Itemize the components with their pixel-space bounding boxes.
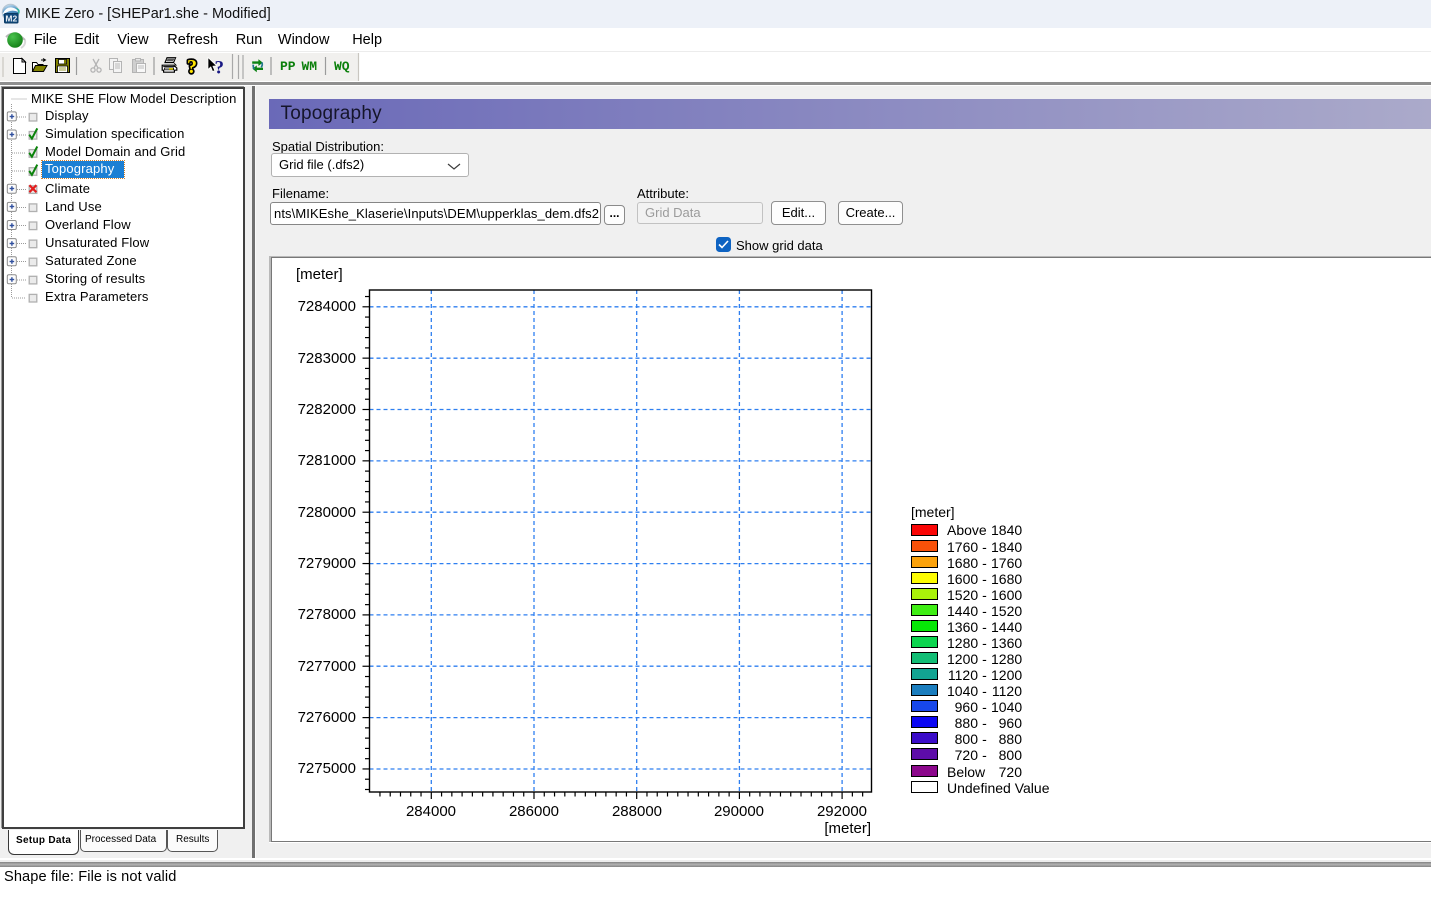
svg-text:WM: WM — [302, 59, 318, 74]
svg-text:?: ? — [215, 58, 225, 79]
svg-text:WQ: WQ — [334, 59, 350, 74]
svg-text:M2: M2 — [5, 13, 17, 23]
svg-text:PP: PP — [280, 59, 296, 74]
svg-text:?: ? — [187, 56, 197, 78]
